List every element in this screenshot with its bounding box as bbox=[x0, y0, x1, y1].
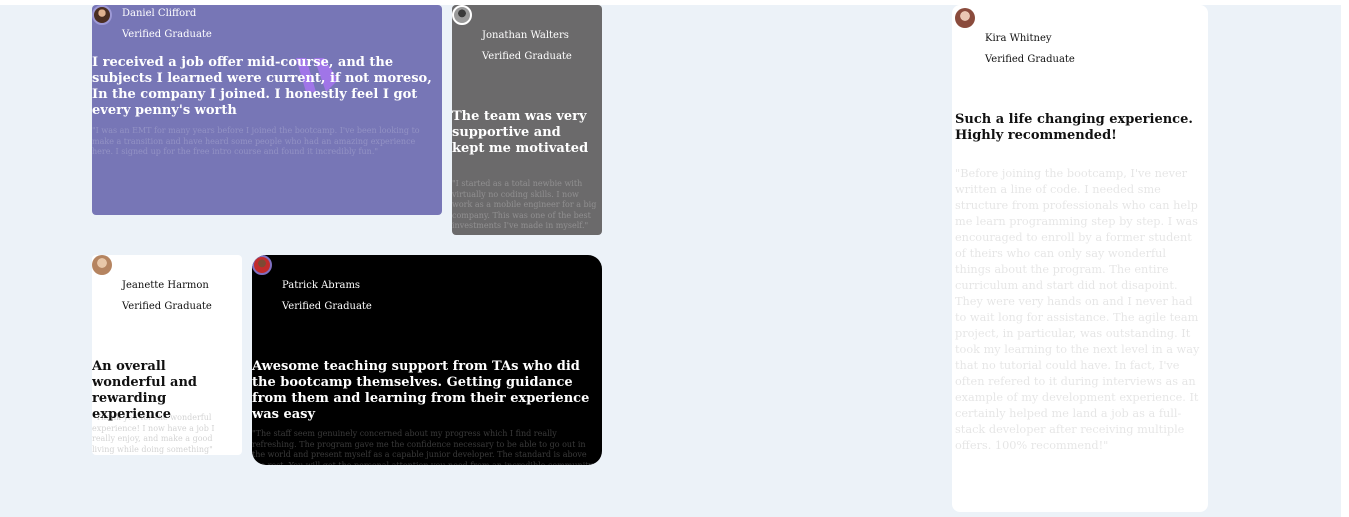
testimonial-headline: The team was very supportive and kept me… bbox=[452, 109, 589, 156]
testimonial-card-jeanette: Jeanette Harmon Verified Graduate An ove… bbox=[92, 255, 242, 455]
testimonial-role: Verified Graduate bbox=[282, 301, 372, 312]
avatar bbox=[92, 5, 112, 25]
testimonial-role: Verified Graduate bbox=[482, 51, 572, 62]
testimonial-quote: "Before joining the bootcamp, I've never… bbox=[955, 167, 1200, 452]
avatar bbox=[92, 255, 112, 275]
testimonial-quote: "I was an EMT for many years before I jo… bbox=[92, 126, 420, 156]
testimonial-headline: Such a life changing experience. Highly … bbox=[955, 112, 1193, 143]
testimonial-headline: Awesome teaching support from TAs who di… bbox=[252, 359, 590, 422]
testimonial-name: Daniel Clifford bbox=[122, 8, 197, 19]
testimonial-role: Verified Graduate bbox=[985, 54, 1075, 65]
testimonial-name: Jonathan Walters bbox=[482, 30, 569, 41]
testimonial-name: Kira Whitney bbox=[985, 33, 1052, 44]
testimonial-card-patrick: Patrick Abrams Verified Graduate Awesome… bbox=[252, 255, 602, 465]
avatar bbox=[955, 8, 975, 28]
testimonial-card-kira: Kira Whitney Verified Graduate Such a li… bbox=[952, 5, 1208, 512]
testimonial-role: Verified Graduate bbox=[122, 301, 212, 312]
testimonial-name: Jeanette Harmon bbox=[122, 280, 209, 291]
testimonial-headline: I received a job offer mid-course, and t… bbox=[92, 55, 432, 118]
avatar bbox=[452, 5, 472, 25]
testimonial-role: Verified Graduate bbox=[122, 29, 212, 40]
avatar bbox=[252, 255, 272, 275]
testimonial-card-jonathan: Jonathan Walters Verified Graduate The t… bbox=[452, 5, 602, 235]
testimonial-quote: "I started as a total newbie with virtua… bbox=[452, 179, 597, 230]
testimonial-quote: "The staff seem genuinely concerned abou… bbox=[252, 429, 593, 465]
testimonial-name: Patrick Abrams bbox=[282, 280, 361, 291]
testimonial-card-daniel: Daniel Clifford Verified Graduate I rece… bbox=[92, 5, 442, 215]
testimonial-quote: "Thank you for the wonderful experience!… bbox=[92, 413, 215, 454]
